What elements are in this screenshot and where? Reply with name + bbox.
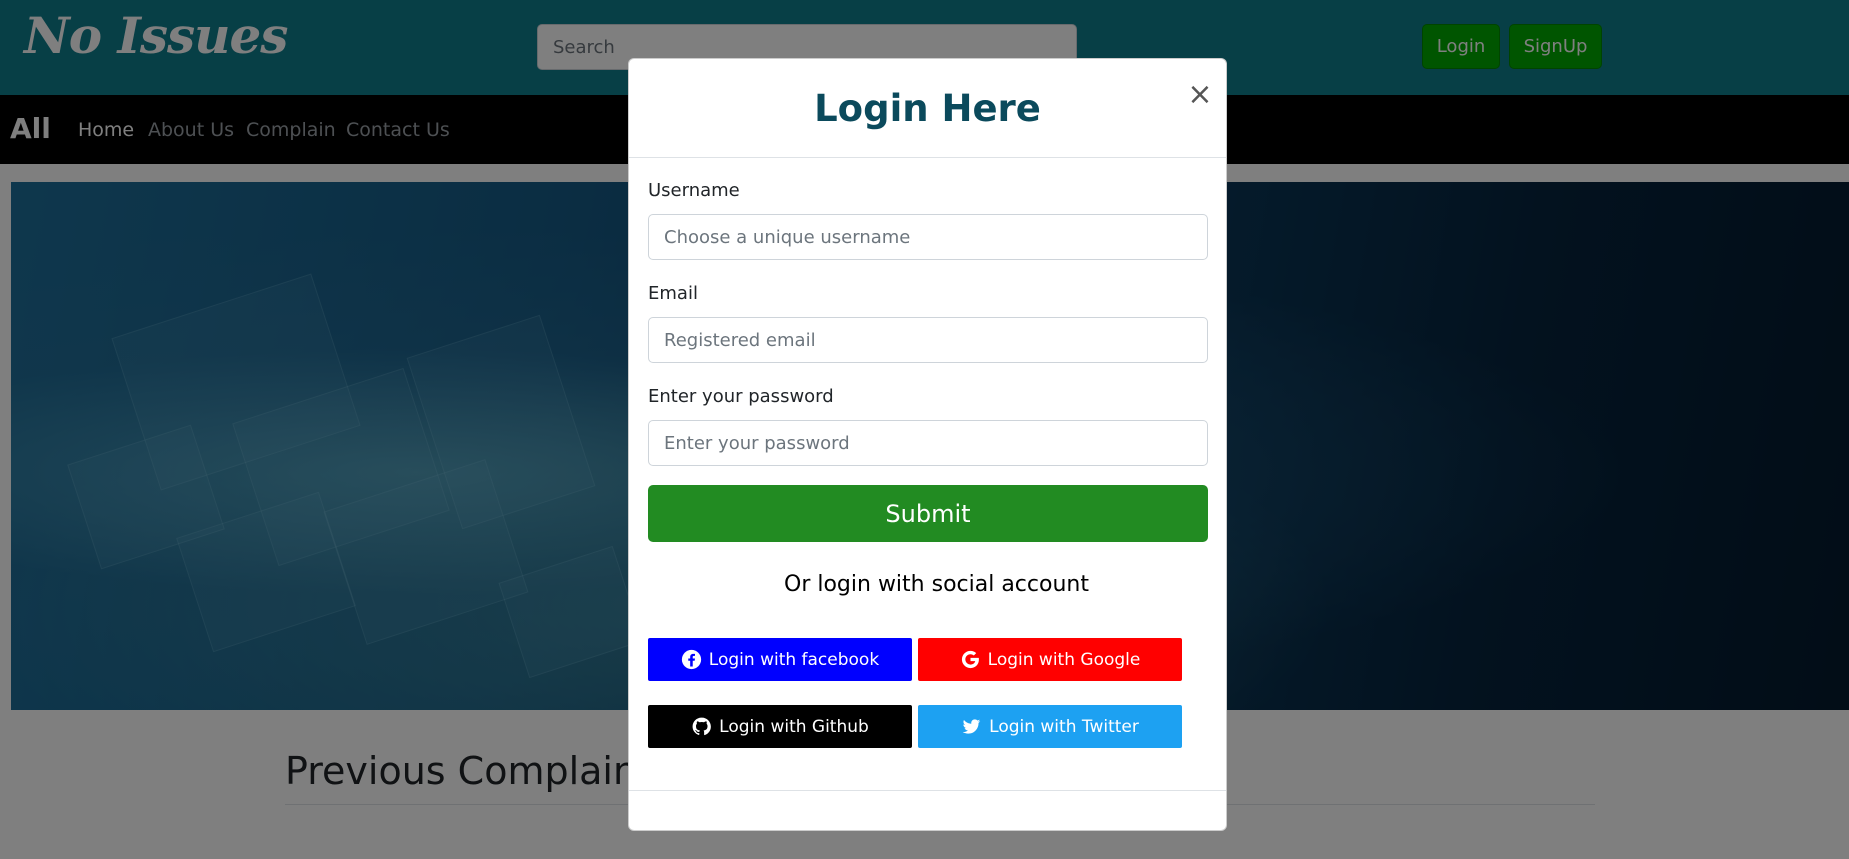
twitter-login-label: Login with Twitter <box>989 716 1139 737</box>
twitter-login-button[interactable]: Login with Twitter <box>918 705 1182 748</box>
facebook-login-button[interactable]: Login with facebook <box>648 638 912 681</box>
username-input[interactable] <box>648 214 1208 260</box>
password-label: Enter your password <box>648 386 834 407</box>
username-label: Username <box>648 180 740 201</box>
google-icon <box>961 650 979 669</box>
google-login-button[interactable]: Login with Google <box>918 638 1182 681</box>
modal-title: Login Here <box>814 87 1041 130</box>
email-input[interactable] <box>648 317 1208 363</box>
github-login-button[interactable]: Login with Github <box>648 705 912 748</box>
github-icon <box>692 717 712 736</box>
password-input[interactable] <box>648 420 1208 466</box>
modal-footer-divider <box>629 790 1226 791</box>
email-label: Email <box>648 283 698 304</box>
close-icon[interactable]: × <box>1185 77 1215 112</box>
login-modal: Login Here × Username Email Enter your p… <box>628 58 1227 831</box>
github-login-label: Login with Github <box>719 716 869 737</box>
submit-button[interactable]: Submit <box>648 485 1208 542</box>
facebook-icon <box>681 649 701 670</box>
social-login-heading: Or login with social account <box>784 572 1089 597</box>
facebook-login-label: Login with facebook <box>708 649 880 670</box>
twitter-icon <box>962 719 981 734</box>
modal-header-divider <box>629 157 1226 158</box>
google-login-label: Login with Google <box>987 649 1141 670</box>
